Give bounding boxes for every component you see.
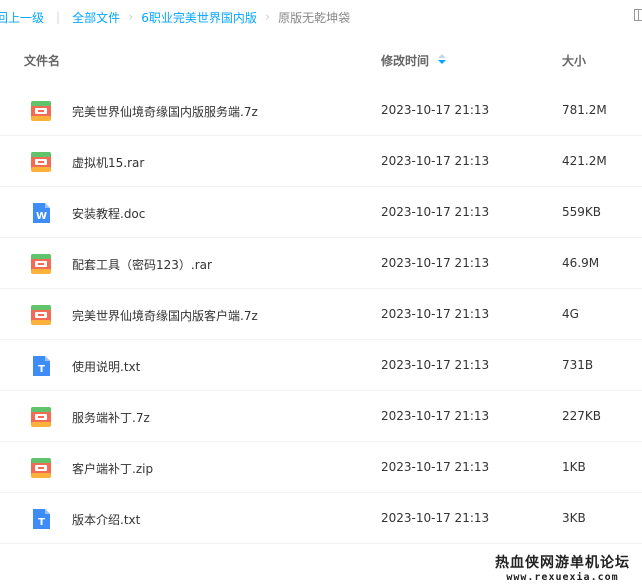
table-row[interactable]: 配套工具（密码123）.rar 2023-10-17 21:13 46.9M (0, 238, 642, 289)
breadcrumb-all-files[interactable]: 全部文件 (72, 9, 120, 26)
file-modified: 2023-10-17 21:13 (381, 511, 490, 525)
text-file-icon: T (30, 355, 52, 377)
file-size: 781.2M (562, 103, 607, 117)
file-size: 421.2M (562, 154, 607, 168)
chevron-right-icon: › (264, 9, 271, 25)
table-row[interactable]: 服务端补丁.7z 2023-10-17 21:13 227KB (0, 391, 642, 442)
breadcrumb-divider: | (56, 10, 61, 24)
table-row[interactable]: 虚拟机15.rar 2023-10-17 21:13 421.2M (0, 136, 642, 187)
file-modified: 2023-10-17 21:13 (381, 154, 490, 168)
table-row[interactable]: W 安装教程.doc 2023-10-17 21:13 559KB (0, 187, 642, 238)
file-modified: 2023-10-17 21:13 (381, 205, 490, 219)
file-name[interactable]: 服务端补丁.7z (72, 409, 150, 426)
column-name[interactable]: 文件名 (24, 52, 60, 69)
file-name[interactable]: 虚拟机15.rar (72, 154, 144, 171)
file-modified: 2023-10-17 21:13 (381, 103, 490, 117)
file-size: 731B (562, 358, 594, 372)
archive-icon (30, 253, 52, 275)
table-row[interactable]: 完美世界仙境奇缘国内版服务端.7z 2023-10-17 21:13 781.2… (0, 85, 642, 136)
column-size[interactable]: 大小 (562, 52, 586, 69)
back-link[interactable]: 回上一级 (0, 9, 44, 26)
file-size: 227KB (562, 409, 602, 423)
sort-icon[interactable] (438, 54, 446, 66)
watermark-title: 热血侠网游单机论坛 (495, 555, 630, 572)
archive-icon (30, 457, 52, 479)
breadcrumb: 回上一级 | 全部文件 › 6职业完美世界国内版 › 原版无乾坤袋 (0, 0, 642, 34)
file-name[interactable]: 完美世界仙境奇缘国内版客户端.7z (72, 307, 258, 324)
file-list: 完美世界仙境奇缘国内版服务端.7z 2023-10-17 21:13 781.2… (0, 85, 642, 544)
file-size: 1KB (562, 460, 586, 474)
file-name[interactable]: 配套工具（密码123）.rar (72, 256, 212, 273)
file-modified: 2023-10-17 21:13 (381, 409, 490, 423)
file-modified: 2023-10-17 21:13 (381, 460, 490, 474)
table-row[interactable]: 客户端补丁.zip 2023-10-17 21:13 1KB (0, 442, 642, 493)
site-watermark: 热血侠网游单机论坛 www.rexuexia.com (495, 555, 630, 583)
file-size: 46.9M (562, 256, 600, 270)
file-name[interactable]: 安装教程.doc (72, 205, 145, 222)
watermark-url: www.rexuexia.com (506, 571, 619, 583)
file-size: 4G (562, 307, 579, 321)
text-file-icon: T (30, 508, 52, 530)
file-size: 3KB (562, 511, 586, 525)
file-size: 559KB (562, 205, 602, 219)
breadcrumb-folder[interactable]: 6职业完美世界国内版 (141, 9, 257, 26)
chevron-right-icon: › (128, 9, 134, 25)
archive-icon (30, 100, 52, 122)
svg-text:T: T (38, 517, 45, 528)
word-doc-icon: W (30, 202, 52, 224)
column-modified[interactable]: 修改时间 (381, 52, 429, 69)
table-row[interactable]: T 版本介绍.txt 2023-10-17 21:13 3KB (0, 493, 642, 544)
svg-text:T: T (38, 364, 45, 375)
table-row[interactable]: T 使用说明.txt 2023-10-17 21:13 731B (0, 340, 642, 391)
breadcrumb-current: 原版无乾坤袋 (278, 10, 351, 25)
archive-icon (30, 151, 52, 173)
file-list-header: 文件名 修改时间 大小 (0, 46, 642, 74)
view-toggle-icon[interactable] (634, 9, 642, 21)
archive-icon (30, 304, 52, 326)
table-row[interactable]: 完美世界仙境奇缘国内版客户端.7z 2023-10-17 21:13 4G (0, 289, 642, 340)
file-modified: 2023-10-17 21:13 (381, 256, 490, 270)
file-name[interactable]: 完美世界仙境奇缘国内版服务端.7z (72, 103, 258, 120)
file-modified: 2023-10-17 21:13 (381, 307, 490, 321)
archive-icon (30, 406, 52, 428)
file-name[interactable]: 使用说明.txt (72, 358, 140, 375)
file-name[interactable]: 客户端补丁.zip (72, 460, 153, 477)
file-name[interactable]: 版本介绍.txt (72, 511, 140, 528)
svg-text:W: W (36, 211, 47, 222)
file-modified: 2023-10-17 21:13 (381, 358, 490, 372)
